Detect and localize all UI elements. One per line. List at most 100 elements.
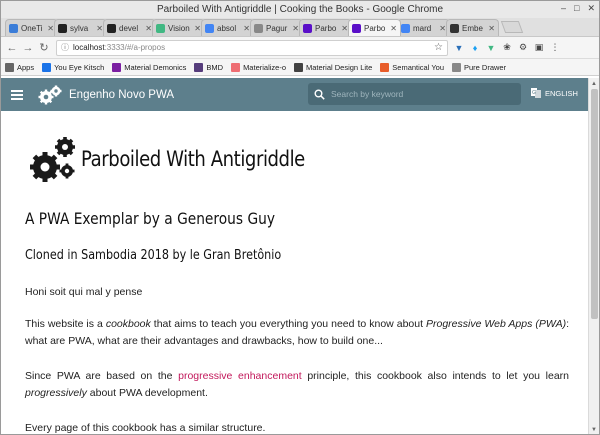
- address-bar[interactable]: ⓘ localhost :3333/#/a-propos ☆: [56, 39, 448, 56]
- browser-tab[interactable]: Embe ✕: [446, 19, 499, 36]
- browser-tab[interactable]: sylva ✕: [54, 19, 107, 36]
- close-icon[interactable]: ✕: [587, 3, 595, 14]
- menu-icon[interactable]: [11, 89, 23, 100]
- tab-close-icon[interactable]: ✕: [145, 24, 152, 33]
- bookmark-item[interactable]: You Eye Kitsch: [42, 62, 105, 72]
- mdl-icon: [294, 62, 303, 72]
- browser-tab[interactable]: Parbo ✕: [348, 19, 401, 36]
- b-icon: [194, 62, 204, 72]
- bookmark-item[interactable]: Material Demonics: [112, 62, 187, 72]
- bookmark-label: Material Design Lite: [306, 62, 373, 72]
- browser-window: Parboiled With Antigriddle | Cooking the…: [0, 0, 600, 435]
- structure-paragraph: Every page of this cookbook has a simila…: [25, 422, 266, 434]
- bookmark-item[interactable]: Materialize-o: [231, 62, 286, 72]
- browser-tab[interactable]: devel ✕: [103, 19, 156, 36]
- tab-label: Parbo: [315, 23, 337, 33]
- svg-text:G: G: [532, 90, 536, 96]
- browser-tab[interactable]: OneTi ✕: [5, 19, 58, 36]
- bookmark-label: You Eye Kitsch: [54, 62, 105, 72]
- bookmark-item[interactable]: Apps: [5, 62, 35, 72]
- menu-dots-icon[interactable]: ⋮: [550, 42, 560, 53]
- tab-label: OneTi: [21, 23, 43, 33]
- pwa-icon: [352, 23, 361, 33]
- tab-close-icon[interactable]: ✕: [194, 24, 201, 33]
- tab-close-icon[interactable]: ✕: [488, 24, 495, 33]
- vue-devtools-icon[interactable]: ▼: [454, 43, 464, 53]
- bookmark-item[interactable]: BMD: [194, 62, 224, 72]
- scrollbar-thumb[interactable]: [591, 89, 598, 319]
- progressive-paragraph: Since PWA are based on the progressive e…: [25, 370, 569, 399]
- twitter-icon[interactable]: ♦: [470, 43, 480, 53]
- gears-logo-icon: [30, 137, 75, 182]
- tab-label: Parbo: [364, 23, 386, 33]
- pwa-icon: [303, 23, 312, 33]
- tab-close-icon[interactable]: ✕: [243, 24, 250, 33]
- tab-close-icon[interactable]: ✕: [390, 24, 397, 33]
- motto: Honi soit qui mal y pense: [25, 286, 143, 298]
- bookmark-label: Material Demonics: [124, 62, 187, 72]
- forward-icon[interactable]: →: [21, 41, 35, 55]
- reload-icon[interactable]: ↻: [37, 41, 51, 55]
- browser-tab[interactable]: Vision ✕: [152, 19, 205, 36]
- tab-close-icon[interactable]: ✕: [439, 24, 446, 33]
- tab-label: Embe: [462, 23, 483, 33]
- search-input[interactable]: [331, 89, 511, 99]
- scroll-down-icon[interactable]: ▼: [589, 424, 599, 434]
- page-title: Parboiled With Antigriddle: [81, 147, 305, 171]
- tab-close-icon[interactable]: ✕: [96, 24, 103, 33]
- page-content: Parboiled With Antigriddle A PWA Exempla…: [1, 111, 589, 434]
- browser-tab[interactable]: absol ✕: [201, 19, 254, 36]
- browser-tab[interactable]: Pagur ✕: [250, 19, 303, 36]
- language-switcher[interactable]: G ENGLISH: [531, 88, 578, 98]
- bookmark-label: Apps: [17, 62, 35, 72]
- page-icon: [452, 62, 461, 72]
- intro-paragraph: This website is a cookbook that aims to …: [25, 318, 569, 347]
- tab-label: mard: [413, 23, 432, 33]
- bookmark-item[interactable]: Semantical You: [380, 62, 444, 72]
- minimize-icon[interactable]: –: [561, 3, 566, 14]
- tab-close-icon[interactable]: ✕: [341, 24, 348, 33]
- vue-icon: [156, 23, 165, 33]
- new-tab-button[interactable]: [500, 21, 524, 33]
- tab-label: devel: [119, 23, 139, 33]
- page-icon: [254, 23, 263, 33]
- puzzle-icon[interactable]: ❀: [502, 42, 512, 53]
- bookmark-item[interactable]: Material Design Lite: [294, 62, 373, 72]
- tab-label: sylva: [70, 23, 89, 33]
- vue-icon[interactable]: ▼: [486, 43, 496, 53]
- google-icon: [401, 23, 410, 33]
- browser-tab[interactable]: mard ✕: [397, 19, 450, 36]
- browser-tab[interactable]: Parbo ✕: [299, 19, 352, 36]
- progressive-enhancement-link[interactable]: progressive enhancement: [178, 370, 302, 382]
- scroll-up-icon[interactable]: ▲: [589, 78, 599, 89]
- page-scrollbar[interactable]: ▲ ▼: [588, 78, 599, 434]
- title-bar: Parboiled With Antigriddle | Cooking the…: [1, 1, 599, 18]
- info-icon[interactable]: ⓘ: [61, 42, 69, 53]
- bookmark-item[interactable]: Pure Drawer: [452, 62, 506, 72]
- refresh-icon: [42, 62, 52, 72]
- bookmark-label: Semantical You: [392, 62, 444, 72]
- window-title: Parboiled With Antigriddle | Cooking the…: [156, 4, 444, 15]
- code-icon[interactable]: ▣: [534, 42, 544, 53]
- tab-label: Pagur: [266, 23, 288, 33]
- bookmark-label: BMD: [206, 62, 224, 72]
- gears-logo-icon: [38, 85, 62, 104]
- semantic-icon: [380, 62, 390, 72]
- maximize-icon[interactable]: □: [574, 3, 579, 14]
- settings-icon[interactable]: ⚙: [518, 42, 528, 53]
- bookmark-star-icon[interactable]: ☆: [434, 42, 443, 53]
- tab-label: Vision: [168, 23, 190, 33]
- search-box[interactable]: [308, 83, 521, 105]
- back-icon[interactable]: ←: [5, 41, 19, 55]
- language-label: ENGLISH: [545, 88, 578, 98]
- tab-strip: OneTi ✕ sylva ✕ devel ✕ Vision ✕ absol ✕ Pagur ✕ Par…: [1, 18, 599, 37]
- bookmarks-bar: Apps You Eye Kitsch Material Demonics BMD Ma…: [1, 59, 599, 76]
- github-icon: [58, 23, 67, 33]
- tab-close-icon[interactable]: ✕: [292, 24, 299, 33]
- github-icon: [107, 23, 116, 33]
- tab-close-icon[interactable]: ✕: [47, 24, 54, 33]
- apps-icon: [5, 62, 14, 72]
- tab-label: absol: [217, 23, 237, 33]
- page-subtitle: A PWA Exemplar by a Generous Guy: [25, 209, 275, 228]
- address-toolbar: ← → ↻ ⓘ localhost :3333/#/a-propos ☆ ▼ ♦…: [1, 37, 599, 59]
